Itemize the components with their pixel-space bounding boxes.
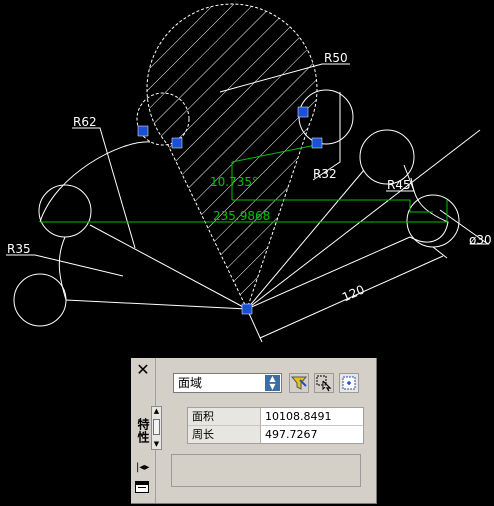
hatched-region[interactable] [146, 3, 318, 311]
palette-scrollbar[interactable]: ▲ ▼ [151, 406, 162, 450]
chevron-down-icon[interactable]: ▲ ▼ [265, 375, 280, 391]
label-angle: 10.735° [210, 175, 258, 189]
property-grid: 面积 10108.8491 周长 497.7267 [187, 407, 364, 444]
quick-select-button[interactable] [289, 373, 309, 393]
circle-r62-end[interactable] [38, 184, 92, 238]
object-type-select[interactable]: 面域 ▲ ▼ [173, 373, 282, 393]
grip-5[interactable] [241, 303, 253, 315]
grip-2[interactable] [171, 137, 183, 149]
outline-bottom-right[interactable] [246, 236, 411, 310]
grip-4[interactable] [311, 137, 323, 149]
leader-r35 [6, 254, 124, 277]
select-objects-button[interactable] [314, 373, 334, 393]
toggle-pickadd-button[interactable] [339, 373, 359, 393]
object-type-value: 面域 [178, 376, 203, 390]
properties-menu-icon[interactable] [135, 481, 149, 493]
label-d30: ø30 [469, 233, 492, 247]
property-name: 面积 [188, 408, 261, 425]
label-aligned: 235.9868 [213, 209, 270, 223]
scroll-thumb[interactable] [153, 419, 160, 435]
label-r62: R62 [73, 115, 97, 129]
dim-120-ext2 [432, 246, 448, 259]
description-panel [171, 454, 361, 487]
property-value: 497.7267 [265, 428, 318, 441]
grip-1[interactable] [137, 125, 149, 137]
label-r35: R35 [7, 242, 31, 256]
toggle-pickadd-icon [342, 376, 356, 390]
palette-title-strip[interactable]: ✕ ▲ ▼ 特性 |◂▸ [131, 358, 162, 503]
palette-title: 特性 [136, 418, 150, 444]
scroll-up-icon[interactable]: ▲ [152, 407, 161, 416]
circle-r35[interactable] [13, 273, 67, 327]
scroll-down-icon[interactable]: ▼ [152, 440, 161, 449]
circle-r45[interactable] [359, 129, 415, 185]
grip-3[interactable] [297, 106, 309, 118]
quick-select-icon [290, 376, 308, 390]
outline-right-arc[interactable] [409, 177, 449, 243]
select-objects-icon [316, 375, 332, 392]
property-row-perimeter[interactable]: 周长 497.7267 [188, 426, 363, 443]
label-r32: R32 [313, 167, 337, 181]
property-row-area[interactable]: 面积 10108.8491 [188, 408, 363, 426]
outline-left-arc[interactable] [39, 141, 151, 223]
label-r50: R50 [324, 51, 348, 65]
label-120: 120 [340, 282, 367, 304]
property-name: 周长 [188, 426, 261, 443]
label-r45: R45 [387, 178, 411, 192]
outline-bottom-left[interactable] [65, 299, 248, 310]
properties-palette: ✕ ▲ ▼ 特性 |◂▸ 面域 ▲ ▼ 面积 10108.8491 周长 497… [131, 358, 377, 504]
close-icon[interactable]: ✕ [135, 362, 151, 378]
outline-left-lower[interactable] [58, 236, 67, 301]
property-value: 10108.8491 [265, 410, 332, 423]
autohide-icon[interactable]: |◂▸ [136, 462, 149, 473]
